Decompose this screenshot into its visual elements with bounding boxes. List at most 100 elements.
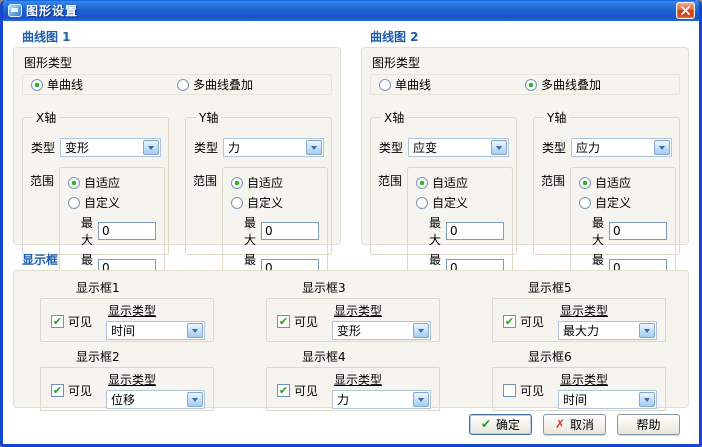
- curve1-x-axis-radio-adaptive[interactable]: 自适应: [68, 174, 156, 191]
- display-panel: 显示框1 可见 显示类型 时间: [13, 270, 689, 408]
- app-icon: [8, 4, 22, 17]
- checkbox-label: 可见: [68, 313, 92, 330]
- curve2-x-axis-radio-adaptive[interactable]: 自适应: [416, 174, 504, 191]
- curve1-y-axis-max-input[interactable]: [261, 222, 319, 240]
- type-label: 类型: [194, 139, 218, 156]
- curve1-x-axis-type-select[interactable]: 变形: [60, 138, 161, 157]
- combo-value: 应变: [413, 139, 491, 156]
- display-box-5-type-select[interactable]: 最大力: [558, 321, 657, 340]
- combo-value: 力: [228, 139, 306, 156]
- curve2-x-axis-radio-custom[interactable]: 自定义: [416, 194, 504, 211]
- chevron-down-icon: [187, 323, 203, 338]
- display-type-label: 显示类型: [108, 302, 205, 319]
- radio-icon: [68, 177, 80, 189]
- display-box-6-type-select[interactable]: 时间: [558, 390, 657, 409]
- curve2-y-axis-radio-custom[interactable]: 自定义: [579, 194, 667, 211]
- curve1-graph-type-label: 图形类型: [24, 54, 332, 71]
- display-box-label: 显示框4: [302, 348, 440, 365]
- display-box-6-visible-checkbox[interactable]: 可见: [503, 382, 544, 399]
- curve2-y-axis-title: Y轴: [544, 109, 569, 126]
- chevron-down-icon: [639, 392, 655, 407]
- curve2-y-axis-radio-adaptive[interactable]: 自适应: [579, 174, 667, 191]
- chevron-down-icon: [491, 140, 507, 155]
- display-type-label: 显示类型: [334, 371, 431, 388]
- display-box-3-visible-checkbox[interactable]: 可见: [277, 313, 318, 330]
- chevron-down-icon: [306, 140, 322, 155]
- curve1-axes-row: X轴 类型 变形 范围: [22, 109, 332, 255]
- curve1-x-axis-max-input[interactable]: [98, 222, 156, 240]
- display-type-label: 显示类型: [334, 302, 431, 319]
- curve2-y-axis-max-input[interactable]: [609, 222, 667, 240]
- dialog-client-area: 曲线图 1 图形类型 单曲线 多曲线叠加: [3, 21, 699, 444]
- radio-label: 自适应: [595, 174, 631, 191]
- checkbox-icon: [51, 315, 64, 328]
- radio-icon: [579, 197, 591, 209]
- title-bar: 图形设置: [3, 0, 699, 21]
- chevron-down-icon: [187, 392, 203, 407]
- range-label: 范围: [193, 172, 217, 189]
- combo-value: 时间: [563, 391, 639, 408]
- check-icon: ✔: [481, 417, 491, 431]
- curve1-x-axis-radio-custom[interactable]: 自定义: [68, 194, 156, 211]
- radio-icon: [31, 79, 43, 91]
- radio-label: 自定义: [84, 194, 120, 211]
- display-box-label: 显示框5: [528, 279, 666, 296]
- max-label: 最大: [429, 214, 441, 248]
- radio-label: 单曲线: [47, 76, 83, 93]
- display-box-1-visible-checkbox[interactable]: 可见: [51, 313, 92, 330]
- checkbox-label: 可见: [520, 313, 544, 330]
- checkbox-label: 可见: [520, 382, 544, 399]
- curve2-axes-row: X轴 类型 应变 范围: [370, 109, 680, 255]
- max-label: 最大: [81, 214, 93, 248]
- display-box-6: 显示框6 可见 显示类型 时间: [492, 348, 666, 411]
- display-box-label: 显示框2: [76, 348, 214, 365]
- chevron-down-icon: [413, 392, 429, 407]
- radio-icon: [68, 197, 80, 209]
- curve2-panel: 图形类型 单曲线 多曲线叠加 X轴: [361, 47, 689, 245]
- curve2-x-axis-max-input[interactable]: [446, 222, 504, 240]
- cross-icon: ✗: [555, 417, 565, 431]
- display-box-3-type-select[interactable]: 变形: [332, 321, 431, 340]
- curve1-panel: 图形类型 单曲线 多曲线叠加 X轴: [13, 47, 341, 245]
- curve2-radio-multi-curve[interactable]: 多曲线叠加: [525, 76, 601, 93]
- combo-value: 时间: [111, 322, 187, 339]
- cancel-button[interactable]: ✗ 取消: [543, 414, 606, 435]
- display-box-5-visible-checkbox[interactable]: 可见: [503, 313, 544, 330]
- curve-panels-row: 曲线图 1 图形类型 单曲线 多曲线叠加: [13, 26, 689, 245]
- radio-icon: [416, 177, 428, 189]
- display-box-2-type-select[interactable]: 位移: [106, 390, 205, 409]
- radio-icon: [416, 197, 428, 209]
- display-box-4-visible-checkbox[interactable]: 可见: [277, 382, 318, 399]
- checkbox-label: 可见: [294, 313, 318, 330]
- curve1-y-axis-radio-custom[interactable]: 自定义: [231, 194, 319, 211]
- curve2-column: 曲线图 2 图形类型 单曲线 多曲线叠加: [361, 26, 689, 245]
- display-type-label: 显示类型: [560, 371, 657, 388]
- checkbox-icon: [503, 315, 516, 328]
- curve1-heading: 曲线图 1: [22, 28, 341, 45]
- curve2-x-axis-type-select[interactable]: 应变: [408, 138, 509, 157]
- display-box-1-type-select[interactable]: 时间: [106, 321, 205, 340]
- checkbox-label: 可见: [68, 382, 92, 399]
- display-box-4-type-select[interactable]: 力: [332, 390, 431, 409]
- close-icon: [681, 6, 690, 15]
- curve2-radio-single-curve[interactable]: 单曲线: [379, 76, 525, 93]
- curve2-x-axis-group: X轴 类型 应变 范围: [370, 109, 517, 255]
- curve1-x-axis-title: X轴: [33, 109, 59, 126]
- display-type-label: 显示类型: [560, 302, 657, 319]
- curve1-radio-single-curve[interactable]: 单曲线: [31, 76, 177, 93]
- radio-label: 自定义: [247, 194, 283, 211]
- curve1-x-axis-group: X轴 类型 变形 范围: [22, 109, 169, 255]
- curve1-y-axis-type-select[interactable]: 力: [223, 138, 324, 157]
- combo-value: 力: [337, 391, 413, 408]
- curve1-y-axis-radio-adaptive[interactable]: 自适应: [231, 174, 319, 191]
- close-button[interactable]: [676, 2, 695, 19]
- dialog-window: 图形设置 曲线图 1 图形类型 单曲线: [0, 0, 702, 447]
- display-box-2-visible-checkbox[interactable]: 可见: [51, 382, 92, 399]
- curve1-radio-multi-curve[interactable]: 多曲线叠加: [177, 76, 253, 93]
- display-box-1: 显示框1 可见 显示类型 时间: [40, 279, 214, 342]
- help-button[interactable]: 帮助: [617, 414, 680, 435]
- curve2-y-axis-type-select[interactable]: 应力: [571, 138, 672, 157]
- curve2-heading: 曲线图 2: [370, 28, 689, 45]
- curve1-y-axis-title: Y轴: [196, 109, 221, 126]
- ok-button[interactable]: ✔ 确定: [469, 414, 532, 435]
